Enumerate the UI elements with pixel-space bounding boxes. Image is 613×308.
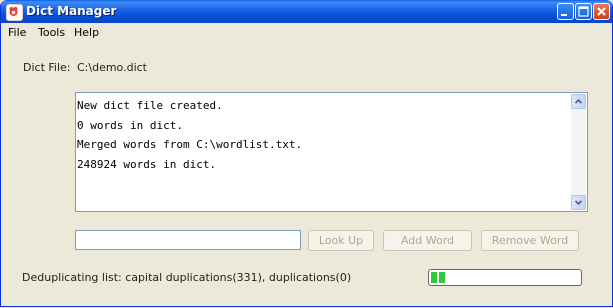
scroll-down-button[interactable]: [571, 195, 586, 210]
maximize-icon: [578, 6, 589, 17]
log-text-area[interactable]: New dict file created. 0 words in dict. …: [75, 92, 588, 212]
log-line: 248924 words in dict.: [77, 157, 217, 171]
log-line: 0 words in dict.: [77, 118, 183, 132]
word-input[interactable]: [75, 230, 301, 250]
look-up-button[interactable]: Look Up: [308, 230, 374, 251]
progress-bar: [428, 269, 582, 286]
dict-file-path: C:\demo.dict: [77, 61, 147, 74]
log-lines: New dict file created. 0 words in dict. …: [77, 96, 302, 174]
remove-word-button[interactable]: Remove Word: [481, 230, 579, 251]
minimize-button[interactable]: [557, 3, 574, 20]
close-button[interactable]: [593, 3, 610, 20]
menu-bar: File Tools Help: [1, 23, 612, 41]
title-bar[interactable]: Dict Manager: [1, 0, 612, 23]
menu-help[interactable]: Help: [74, 26, 99, 39]
log-line: Merged words from C:\wordlist.txt.: [77, 138, 303, 151]
dict-manager-window: Dict Manager File Tools Help Dict File: …: [0, 0, 613, 307]
scroll-up-button[interactable]: [571, 94, 586, 109]
window-title: Dict Manager: [26, 4, 117, 18]
add-word-button[interactable]: Add Word: [383, 230, 472, 251]
chevron-up-icon: [574, 98, 583, 104]
minimize-icon: [561, 14, 567, 16]
progress-fill: [431, 272, 446, 283]
app-icon: [6, 4, 23, 21]
close-icon: [597, 7, 606, 16]
log-line: New dict file created.: [77, 99, 223, 112]
maximize-button[interactable]: [575, 3, 592, 20]
menu-file[interactable]: File: [8, 26, 26, 39]
chevron-down-icon: [574, 200, 583, 206]
status-text: Deduplicating list: capital duplications…: [22, 271, 352, 284]
vertical-scrollbar[interactable]: [571, 94, 586, 210]
menu-tools[interactable]: Tools: [38, 26, 65, 39]
dict-file-label: Dict File:: [23, 61, 71, 74]
